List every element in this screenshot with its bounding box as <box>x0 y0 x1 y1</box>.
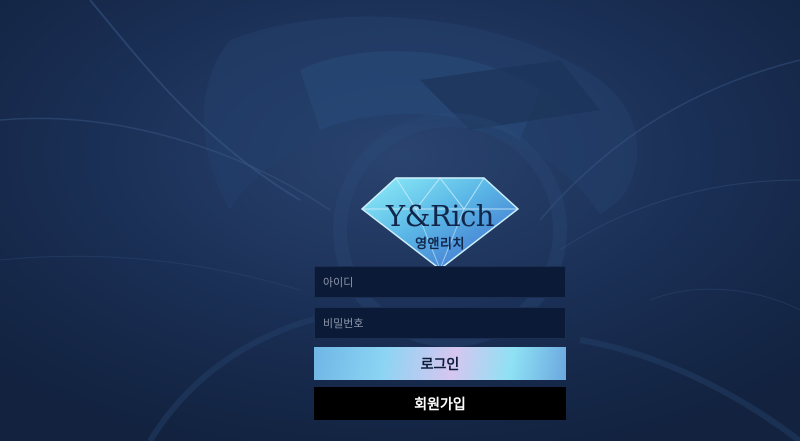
signup-button[interactable]: 회원가입 <box>314 387 566 420</box>
brand-logo: Y&Rich 영앤리치 <box>360 175 520 271</box>
password-input[interactable] <box>314 307 566 339</box>
brand-subtitle: 영앤리치 <box>415 237 465 252</box>
id-input[interactable] <box>314 266 566 298</box>
login-button[interactable]: 로그인 <box>314 347 566 380</box>
brand-title: Y&Rich <box>386 199 495 233</box>
